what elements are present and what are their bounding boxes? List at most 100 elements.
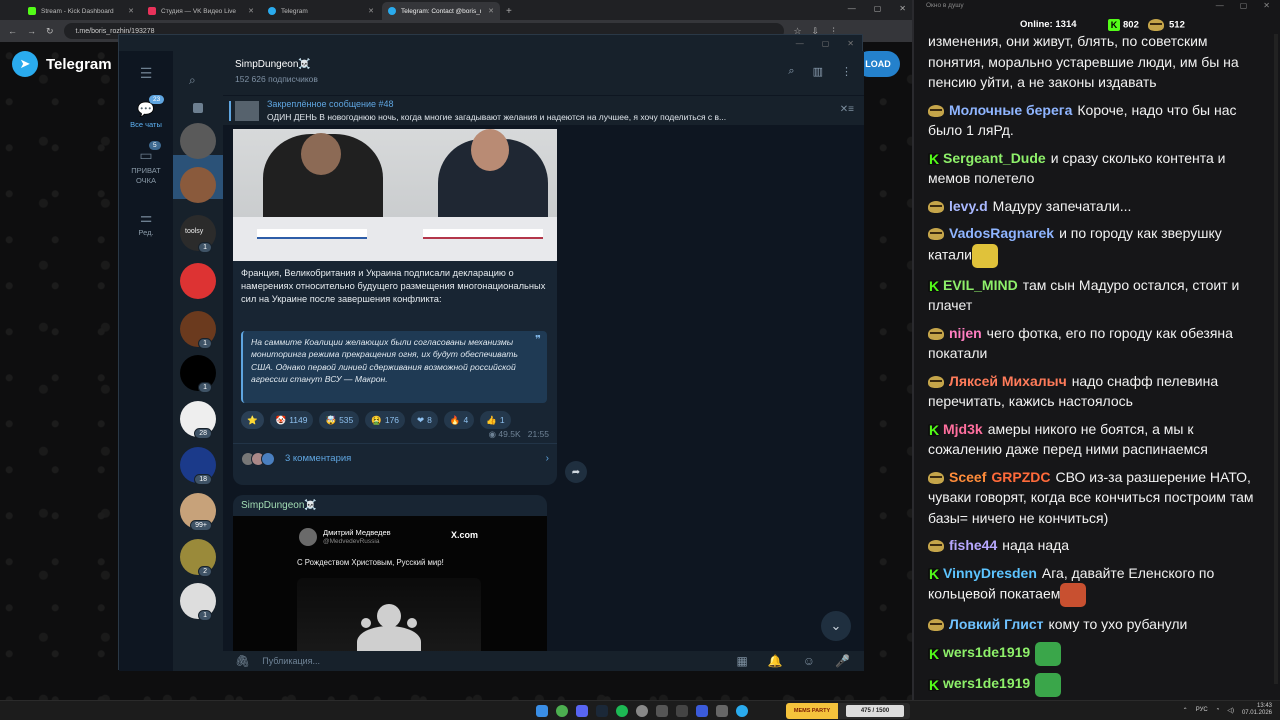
post-author[interactable]: SimpDungeon☠️ <box>241 500 317 511</box>
chat-avatar[interactable]: 2 <box>180 539 216 577</box>
hamburger-menu[interactable]: ☰ <box>119 65 173 84</box>
discord-icon[interactable] <box>576 705 588 717</box>
chat-username[interactable]: VadosRagnarek <box>949 225 1054 241</box>
chat-username[interactable]: VinnyDresden <box>943 565 1037 581</box>
pinned-list-icon[interactable]: ✕≡ <box>840 104 854 115</box>
chat-username[interactable]: Молочные берега <box>949 102 1072 118</box>
reaction-button[interactable]: ⭐ <box>241 411 264 429</box>
back-icon[interactable]: ← <box>8 26 17 36</box>
folder-private[interactable]: ▭ 5 ПРИВАТ ОЧКА <box>119 141 173 186</box>
close-icon[interactable]: ✕ <box>368 7 374 15</box>
emoji-icon[interactable]: ☺ <box>803 654 815 668</box>
chat-avatar[interactable] <box>180 167 216 203</box>
tab-telegram-contact[interactable]: Telegram: Contact @boris_rozh✕ <box>382 2 500 20</box>
site-brand: Telegram <box>46 55 112 73</box>
avatar-label: toolsy <box>185 228 204 235</box>
chat-avatar[interactable] <box>180 123 216 159</box>
chat-avatar[interactable]: 99+ <box>180 493 216 531</box>
kick-badge-icon: K <box>928 565 940 582</box>
attach-icon[interactable]: 🖇 <box>235 654 250 668</box>
post-image[interactable]: Дмитрий Медведев @MedvedevRussia X.com С… <box>233 516 547 655</box>
tab-telegram[interactable]: Telegram ✕ <box>262 2 380 20</box>
telegram-icon[interactable] <box>736 705 748 717</box>
pinned-message-bar[interactable]: Закреплённое сообщение #48 ОДИН ДЕНЬ В н… <box>223 95 864 125</box>
chat-avatar[interactable]: toolsy 1 <box>180 215 216 253</box>
reaction-button[interactable]: 🤡 1149 <box>269 411 314 429</box>
app-icon[interactable] <box>676 705 688 717</box>
minimize-button[interactable]: — <box>796 39 804 48</box>
close-icon[interactable]: ✕ <box>248 7 254 15</box>
chat-username[interactable]: wers1de1919 <box>943 675 1030 691</box>
maximize-button[interactable]: ▢ <box>874 4 882 13</box>
app-icon[interactable] <box>696 705 708 717</box>
wifi-icon[interactable]: ◔ <box>1216 707 1220 713</box>
minimize-button[interactable]: — <box>1216 1 1224 10</box>
chat-username[interactable]: wers1de1919 <box>943 644 1030 660</box>
message-input[interactable]: Публикация... <box>262 656 320 666</box>
search-icon[interactable]: ⌕ <box>788 65 794 78</box>
volume-icon[interactable]: ◁) <box>1227 707 1234 714</box>
chat-avatar[interactable]: 1 <box>180 311 216 349</box>
start-icon[interactable] <box>536 705 548 717</box>
chat-avatar[interactable]: 1 <box>180 583 216 621</box>
chat-username[interactable]: fishe44 <box>949 537 997 553</box>
schedule-icon[interactable]: ▦ <box>736 654 747 668</box>
close-window-button[interactable]: ✕ <box>847 39 854 48</box>
reaction-button[interactable]: 🤯 535 <box>319 411 360 429</box>
maximize-button[interactable]: ▢ <box>1240 1 1248 10</box>
reaction-button[interactable]: 🤮 176 <box>365 411 406 429</box>
microphone-icon[interactable]: 🎤 <box>835 654 850 668</box>
chat-username[interactable]: Sceef <box>949 469 986 485</box>
app-icon[interactable] <box>656 705 668 717</box>
tab-kick-dashboard[interactable]: Stream - Kick Dashboard ✕ <box>22 2 140 20</box>
folder-all-chats[interactable]: 💬 23 Все чаты <box>119 95 173 129</box>
close-icon[interactable]: ✕ <box>128 7 134 15</box>
close-window-button[interactable]: ✕ <box>899 4 906 13</box>
reaction-button[interactable]: ❤ 8 <box>411 411 438 429</box>
unread-badge: 1 <box>198 610 212 621</box>
close-window-button[interactable]: ✕ <box>1263 1 1270 10</box>
chat-username[interactable]: levy.d <box>949 198 988 214</box>
chat-scrollbar[interactable] <box>1274 34 1278 684</box>
unread-badge: 1 <box>198 382 212 393</box>
more-icon[interactable]: ⋮ <box>841 65 852 78</box>
chat-avatar[interactable]: 1 <box>180 355 216 393</box>
close-icon[interactable]: ✕ <box>488 7 494 15</box>
chat-username[interactable]: EVIL_MIND <box>943 277 1018 293</box>
folder-edit[interactable]: ⚌ Ред. <box>119 209 173 237</box>
clock[interactable]: 13:43 07.01.2026 <box>1242 703 1272 717</box>
chat-username[interactable]: Ляксей Михалыч <box>949 373 1067 389</box>
minimize-button[interactable]: — <box>848 4 856 13</box>
app-icon[interactable] <box>716 705 728 717</box>
chat-username[interactable]: Ловкий Глист <box>949 616 1043 632</box>
reaction-button[interactable]: 👍 1 <box>480 411 511 429</box>
lang-indicator[interactable]: РУС <box>1196 707 1208 713</box>
new-tab-button[interactable]: + <box>506 6 512 17</box>
tray-chevron-icon[interactable]: ⌃ <box>1183 707 1188 714</box>
channel-title[interactable]: SimpDungeon☠️ <box>235 59 864 70</box>
bell-icon[interactable]: 🔔 <box>768 654 783 668</box>
chat-avatar[interactable]: 28 <box>180 401 216 439</box>
chrome-icon[interactable] <box>556 705 568 717</box>
chat-username[interactable]: Sergeant_Dude <box>943 150 1046 166</box>
obs-icon[interactable] <box>636 705 648 717</box>
comments-link[interactable]: 3 комментария › <box>233 443 557 473</box>
reaction-button[interactable]: 🔥 4 <box>443 411 475 429</box>
sidebar-toggle-icon[interactable]: ▥ <box>813 65 823 78</box>
reaction-emoji: 🤯 <box>325 414 337 425</box>
tab-vk-video[interactable]: Студия — VK Видео Live ✕ <box>142 2 260 20</box>
chat-message: Молочные берега Короче, надо что бы нас б… <box>924 99 1264 147</box>
reload-icon[interactable]: ↻ <box>46 26 54 37</box>
chat-username[interactable]: nijen <box>949 325 982 341</box>
steam-icon[interactable] <box>596 705 608 717</box>
chat-avatar[interactable]: 18 <box>180 447 216 485</box>
spotify-icon[interactable] <box>616 705 628 717</box>
chat-avatar[interactable] <box>180 263 216 299</box>
channel-post: SimpDungeon☠️ Дмитрий Медведев @Medvedev… <box>233 495 547 655</box>
chat-username[interactable]: Mjd3k <box>943 421 983 437</box>
post-photo[interactable] <box>233 129 557 261</box>
scroll-down-button[interactable]: ⌄ <box>821 611 851 641</box>
share-button[interactable]: ➦ <box>565 461 587 483</box>
maximize-button[interactable]: ▢ <box>822 39 830 48</box>
forward-icon[interactable]: → <box>27 26 36 36</box>
